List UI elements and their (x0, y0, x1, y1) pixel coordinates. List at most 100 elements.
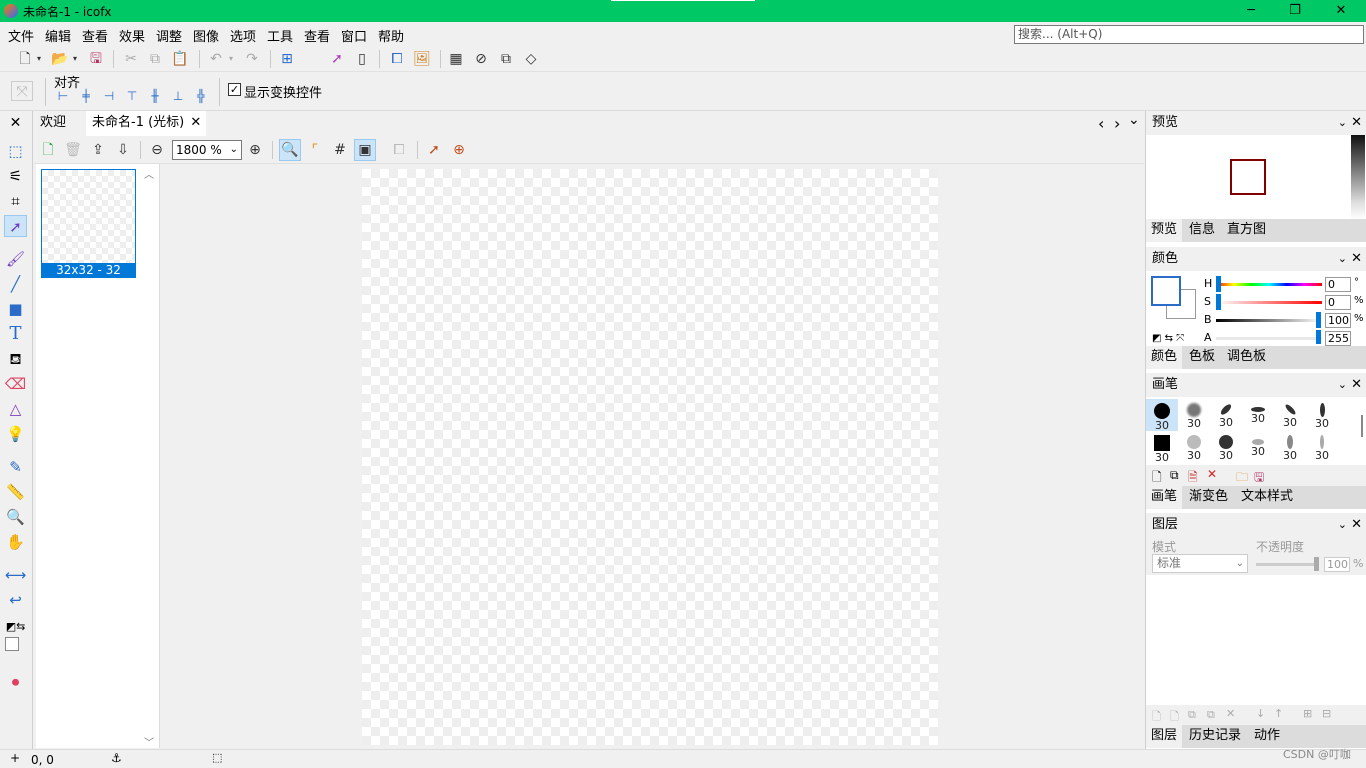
close-toolbox-icon[interactable]: ✕ (4, 112, 27, 134)
brush-icon[interactable]: 🖌 (4, 248, 27, 270)
new-dropdown-icon[interactable]: ▾ (34, 49, 44, 69)
create-icon-from-image-icon[interactable]: ⧠ (387, 49, 407, 69)
brush-grass[interactable]: 30 (1306, 431, 1338, 463)
close-icon[interactable]: ✕ (1351, 247, 1362, 271)
frame-icon[interactable]: ▣ (354, 139, 376, 161)
move-layer-down-icon[interactable]: ↓ (1256, 707, 1265, 720)
tab-brushes[interactable]: 画笔 (1146, 486, 1183, 509)
record-icon[interactable]: ⏺ (4, 671, 27, 693)
tab-text-styles[interactable]: 文本样式 (1236, 486, 1298, 509)
transparency-icon[interactable]: ⊘ (471, 49, 491, 69)
flatten-layers-icon[interactable]: ⊟ (1322, 707, 1331, 720)
hue-slider-thumb[interactable] (1216, 276, 1221, 292)
brush-scrollbar[interactable] (1361, 415, 1363, 437)
show-transform-checkbox[interactable]: ✓ (228, 83, 241, 96)
align-center-icon[interactable]: ╬ (191, 86, 211, 106)
brightness-slider[interactable] (1216, 319, 1322, 322)
hand-icon[interactable]: ✋ (4, 531, 27, 553)
tab-welcome[interactable]: 欢迎 (34, 111, 72, 136)
thumbnail-label[interactable]: 32x32 - 32 (41, 263, 136, 278)
menu-options[interactable]: 选项 (230, 26, 256, 45)
crop-icon[interactable]: ⌗ (4, 190, 27, 212)
eraser-icon[interactable]: ⌫ (4, 373, 27, 395)
grid-icon[interactable]: # (330, 140, 350, 160)
brush-round-soft[interactable]: 30 (1178, 399, 1210, 431)
checkerboard-icon[interactable]: ▦ (446, 49, 466, 69)
primary-color-swatch[interactable] (5, 637, 19, 651)
restore-button[interactable]: ❐ (1272, 0, 1318, 22)
tab-histogram[interactable]: 直方图 (1222, 219, 1271, 242)
primary-color-preview[interactable] (1151, 276, 1181, 306)
editing-canvas[interactable] (362, 169, 938, 745)
menu-image[interactable]: 图像 (193, 26, 219, 45)
chevron-down-icon[interactable]: ⌄ (1338, 111, 1347, 135)
menu-help[interactable]: 帮助 (378, 26, 404, 45)
opacity-slider[interactable] (1256, 563, 1316, 566)
brush-calligraphy-3[interactable]: 30 (1274, 399, 1306, 431)
hotspot-icon[interactable]: ➚ (424, 140, 444, 160)
saturation-slider[interactable] (1216, 301, 1322, 304)
brush-round-hard[interactable]: 30 (1146, 399, 1178, 432)
opacity-slider-thumb[interactable] (1314, 557, 1319, 571)
duplicate-brush-icon[interactable]: ⧉ (1170, 468, 1179, 483)
scroll-down-icon[interactable]: ﹀ (144, 734, 154, 749)
minimize-button[interactable]: ─ (1228, 0, 1274, 22)
brightness-slider-thumb[interactable] (1316, 312, 1321, 328)
zoom-out-icon[interactable]: ⊖ (147, 140, 167, 160)
brush-splatter-1[interactable]: 30 (1178, 431, 1210, 463)
bulb-icon[interactable]: 💡 (4, 423, 27, 445)
align-top-icon[interactable]: ⊤ (122, 86, 142, 106)
rectangle-select-icon[interactable]: ⬚ (4, 140, 27, 162)
flip-horizontal-icon[interactable]: ⟷ (4, 564, 27, 586)
tab-palette[interactable]: 调色板 (1222, 346, 1271, 369)
duplicate-layer-icon[interactable]: ⧉ (1188, 708, 1196, 722)
align-left-icon[interactable]: ⊢ (53, 86, 73, 106)
open-folder-icon[interactable]: 📂 (50, 49, 70, 69)
b-value[interactable]: 100 (1325, 313, 1351, 328)
copy-icon[interactable]: ⧉ (145, 49, 165, 69)
tab-gradients[interactable]: 渐变色 (1184, 486, 1233, 509)
close-tab-icon[interactable]: ✕ (190, 111, 201, 135)
batch-icon[interactable]: ⧉ (496, 49, 516, 69)
brush-splatter-3[interactable]: 30 (1242, 431, 1274, 463)
layer-properties-icon[interactable]: ⊞ (1303, 707, 1312, 720)
zoom-select[interactable]: 1800 % ⌄ (172, 140, 242, 160)
move-icon[interactable]: ➚ (4, 215, 27, 237)
add-image-icon[interactable]: 🗋 (38, 140, 58, 160)
menu-view[interactable]: 查看 (82, 26, 108, 45)
crosshair-icon[interactable]: ⊕ (449, 140, 469, 160)
s-value[interactable]: 0 (1325, 295, 1351, 310)
menu-tools[interactable]: 工具 (267, 26, 293, 45)
brush-leaf[interactable]: 30 (1274, 431, 1306, 463)
brush-square[interactable]: 30 (1146, 431, 1178, 464)
chevron-down-icon[interactable]: ⌄ (1338, 247, 1347, 271)
color-tools-icon[interactable]: ◩ ⇆ ⤧ (1152, 333, 1184, 344)
merge-layer-icon[interactable]: ⧉ (1207, 708, 1215, 722)
ruler-icon[interactable]: 📏 (4, 481, 27, 503)
tab-untitled[interactable]: 未命名-1 (光标) ✕ (86, 111, 207, 136)
hue-slider[interactable] (1216, 283, 1322, 286)
menu-adjust[interactable]: 调整 (156, 26, 182, 45)
cut-icon[interactable]: ✂ (121, 49, 141, 69)
open-dropdown-icon[interactable]: ▾ (70, 49, 80, 69)
delete-image-icon[interactable]: 🗑 (63, 140, 83, 160)
move-layer-up-icon[interactable]: ↑ (1274, 707, 1283, 720)
close-icon[interactable]: ✕ (1351, 111, 1362, 135)
redo-icon[interactable]: ↷ (242, 49, 262, 69)
transform-icon[interactable]: ⤧ (11, 81, 33, 101)
shape-icon[interactable]: △ (4, 398, 27, 420)
tab-preview[interactable]: 预览 (1146, 219, 1183, 242)
apple-icon[interactable] (302, 49, 322, 69)
chevron-down-icon[interactable]: ⌄ (1338, 513, 1347, 537)
undo-icon[interactable]: ↶ (206, 49, 226, 69)
import-image-icon[interactable]: 🖼 (412, 49, 432, 69)
rulers-icon[interactable]: ⌜ (305, 140, 325, 160)
mobile-icon[interactable]: ▯ (352, 49, 372, 69)
paste-icon[interactable]: 📋 (170, 49, 190, 69)
brush-splatter-2[interactable]: 30 (1210, 431, 1242, 463)
tab-list-icon[interactable]: ⌄ (1128, 112, 1140, 128)
layers-icon[interactable]: ◇ (521, 49, 541, 69)
tab-history[interactable]: 历史记录 (1184, 725, 1246, 748)
menu-edit[interactable]: 编辑 (45, 26, 71, 45)
fill-bucket-icon[interactable]: ⛾ (4, 348, 27, 370)
